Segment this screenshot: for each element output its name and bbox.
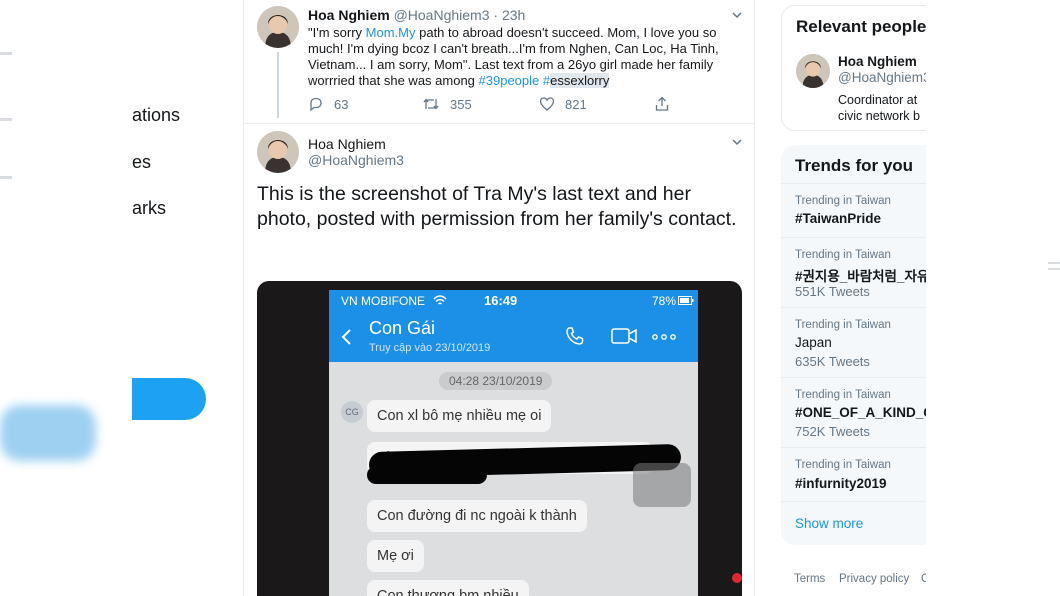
trend-count: 551K Tweets: [795, 284, 870, 299]
like-count: 821: [565, 96, 587, 112]
carrier-label: VN MOBIFONE: [341, 294, 426, 308]
avatar[interactable]: [796, 54, 830, 88]
tweet-photo[interactable]: VN MOBIFONE 16:49 78% Con Gái Truy cập v…: [257, 281, 742, 596]
phone-call-icon: [566, 327, 584, 345]
tweet-text: "I'm sorry Mom.My path to abroad doesn't…: [308, 25, 742, 89]
tweet-header: Hoa Nghiem @HoaNghiem3 · 23h: [308, 7, 525, 23]
hashtag-highlighted-word: essexlorry: [550, 73, 610, 88]
trend-count: 752K Tweets: [795, 424, 870, 439]
avatar[interactable]: [257, 131, 299, 173]
battery-label: 78%: [651, 294, 676, 308]
show-more-link[interactable]: Show more: [795, 516, 863, 531]
relevant-people-title: Relevant people: [796, 17, 926, 36]
trend-name: #권지용_바람처럼_자유: [795, 269, 926, 284]
trend-name: Japan: [795, 335, 832, 350]
tweet-actions: 63 355 821: [308, 96, 738, 116]
nav-item-notifications[interactable]: ations: [132, 105, 180, 126]
status-time: 16:49: [484, 293, 518, 308]
floating-overlay-button: [633, 463, 691, 507]
nav-edge-mark: [0, 176, 12, 179]
hashtag-link[interactable]: #39people: [479, 73, 540, 88]
retweet-button[interactable]: 355: [422, 96, 472, 112]
trend-divider: [781, 501, 926, 502]
nav-edge-mark: [0, 118, 12, 121]
trend-item[interactable]: Trending in Taiwan #infurnity2019: [781, 447, 926, 501]
tweet-time[interactable]: · 23h: [493, 7, 525, 23]
share-button[interactable]: [654, 96, 680, 112]
chat-message: Con xl bô mẹ nhiều mẹ oi: [367, 400, 552, 432]
reply-icon: [310, 97, 322, 112]
footer-terms-link[interactable]: Terms: [794, 573, 825, 585]
chat-header: Con Gái Truy cập vào 23/10/2019: [329, 312, 698, 362]
trend-context: Trending in Taiwan: [795, 195, 891, 207]
trend-name: #infurnity2019: [795, 476, 887, 491]
chat-date-chip: 04:28 23/10/2019: [439, 372, 553, 390]
author-handle[interactable]: @HoaNghiem3: [308, 152, 404, 168]
trend-count: 635K Tweets: [795, 354, 870, 369]
footer-more-link[interactable]: C: [921, 573, 926, 585]
wifi-icon: [433, 295, 447, 305]
trend-context: Trending in Taiwan: [795, 389, 891, 401]
trend-item[interactable]: Trending in Taiwan #권지용_바람처럼_자유 551K Twe…: [781, 237, 926, 307]
phone-screenshot: VN MOBIFONE 16:49 78% Con Gái Truy cập v…: [329, 290, 698, 596]
phone-status-bar: VN MOBIFONE 16:49 78%: [329, 290, 698, 312]
nav-item-messages[interactable]: es: [132, 152, 151, 173]
right-sidebar: Relevant people Hoa Nghiem @HoaNghiem3 C…: [781, 0, 926, 596]
like-button[interactable]: 821: [539, 96, 587, 112]
footer-privacy-link[interactable]: Privacy policy: [839, 573, 909, 585]
nav-edge-mark: [0, 52, 12, 55]
tweet-text-part: "I'm sorry: [308, 25, 366, 40]
chevron-down-icon[interactable]: [732, 10, 742, 20]
trend-item[interactable]: Trending in Taiwan Japan 635K Tweets: [781, 307, 926, 377]
relevant-person-bio: Coordinator at civic network b: [838, 93, 920, 123]
more-options-icon: [652, 334, 676, 340]
relevant-person-name[interactable]: Hoa Nghiem: [838, 54, 917, 69]
hashtag-link[interactable]: #essexlorry: [543, 73, 610, 88]
red-dot-indicator: [732, 573, 742, 583]
nav-item-bookmarks[interactable]: arks: [132, 198, 166, 219]
back-arrow-icon: [341, 329, 351, 345]
relevant-person-handle[interactable]: @HoaNghiem3: [838, 70, 926, 85]
reply-count: 63: [334, 96, 349, 112]
avatar[interactable]: [257, 6, 299, 48]
video-call-icon: [611, 328, 637, 344]
edge-mark: [1048, 268, 1060, 270]
mention-link[interactable]: Mom.My: [366, 25, 416, 40]
author-name[interactable]: Hoa Nghiem: [308, 7, 390, 23]
redaction-mark: [367, 466, 487, 484]
retweet-count: 355: [450, 96, 472, 112]
left-navigation: ations es arks: [0, 0, 240, 596]
thread-connector: [277, 52, 279, 118]
battery-icon: [678, 296, 694, 305]
blurred-profile-button[interactable]: [0, 405, 96, 461]
author-handle[interactable]: @HoaNghiem3: [394, 7, 490, 23]
chat-contact-name: Con Gái: [369, 318, 436, 338]
chat-message: Con đường đi nc ngoài k thành: [367, 500, 587, 532]
trend-context: Trending in Taiwan: [795, 459, 891, 471]
chat-last-seen: Truy cập vào 23/10/2019: [369, 342, 491, 354]
trend-name: #TaiwanPride: [795, 211, 882, 226]
heart-icon: [539, 97, 555, 111]
chat-message: Con thương bm nhiều: [367, 580, 529, 596]
trends-title: Trends for you: [795, 156, 914, 175]
trend-item[interactable]: Trending in Taiwan #ONE_OF_A_KIND_G 752K…: [781, 377, 926, 447]
chat-message: Mẹ ơi: [367, 540, 424, 572]
relevant-people-card: Relevant people Hoa Nghiem @HoaNghiem3 C…: [781, 5, 926, 131]
trends-card: Trends for you Trending in Taiwan #Taiwa…: [781, 145, 926, 545]
tweet-text: This is the screenshot of Tra My's last …: [257, 183, 737, 230]
retweet-icon: [423, 98, 439, 110]
trend-context: Trending in Taiwan: [795, 319, 891, 331]
trend-context: Trending in Taiwan: [795, 249, 891, 261]
contact-avatar: CG: [341, 401, 363, 423]
chevron-down-icon[interactable]: [732, 137, 742, 147]
reply-button[interactable]: 63: [308, 96, 348, 112]
compose-tweet-button[interactable]: [132, 378, 206, 420]
author-name[interactable]: Hoa Nghiem: [308, 136, 386, 152]
trend-item[interactable]: Trending in Taiwan #TaiwanPride: [781, 183, 926, 237]
edge-mark: [1048, 262, 1060, 264]
trend-name: #ONE_OF_A_KIND_G: [795, 405, 926, 420]
share-icon: [655, 96, 669, 111]
timeline: Hoa Nghiem @HoaNghiem3 · 23h "I'm sorry …: [243, 0, 755, 596]
tweet-divider: [244, 123, 754, 124]
